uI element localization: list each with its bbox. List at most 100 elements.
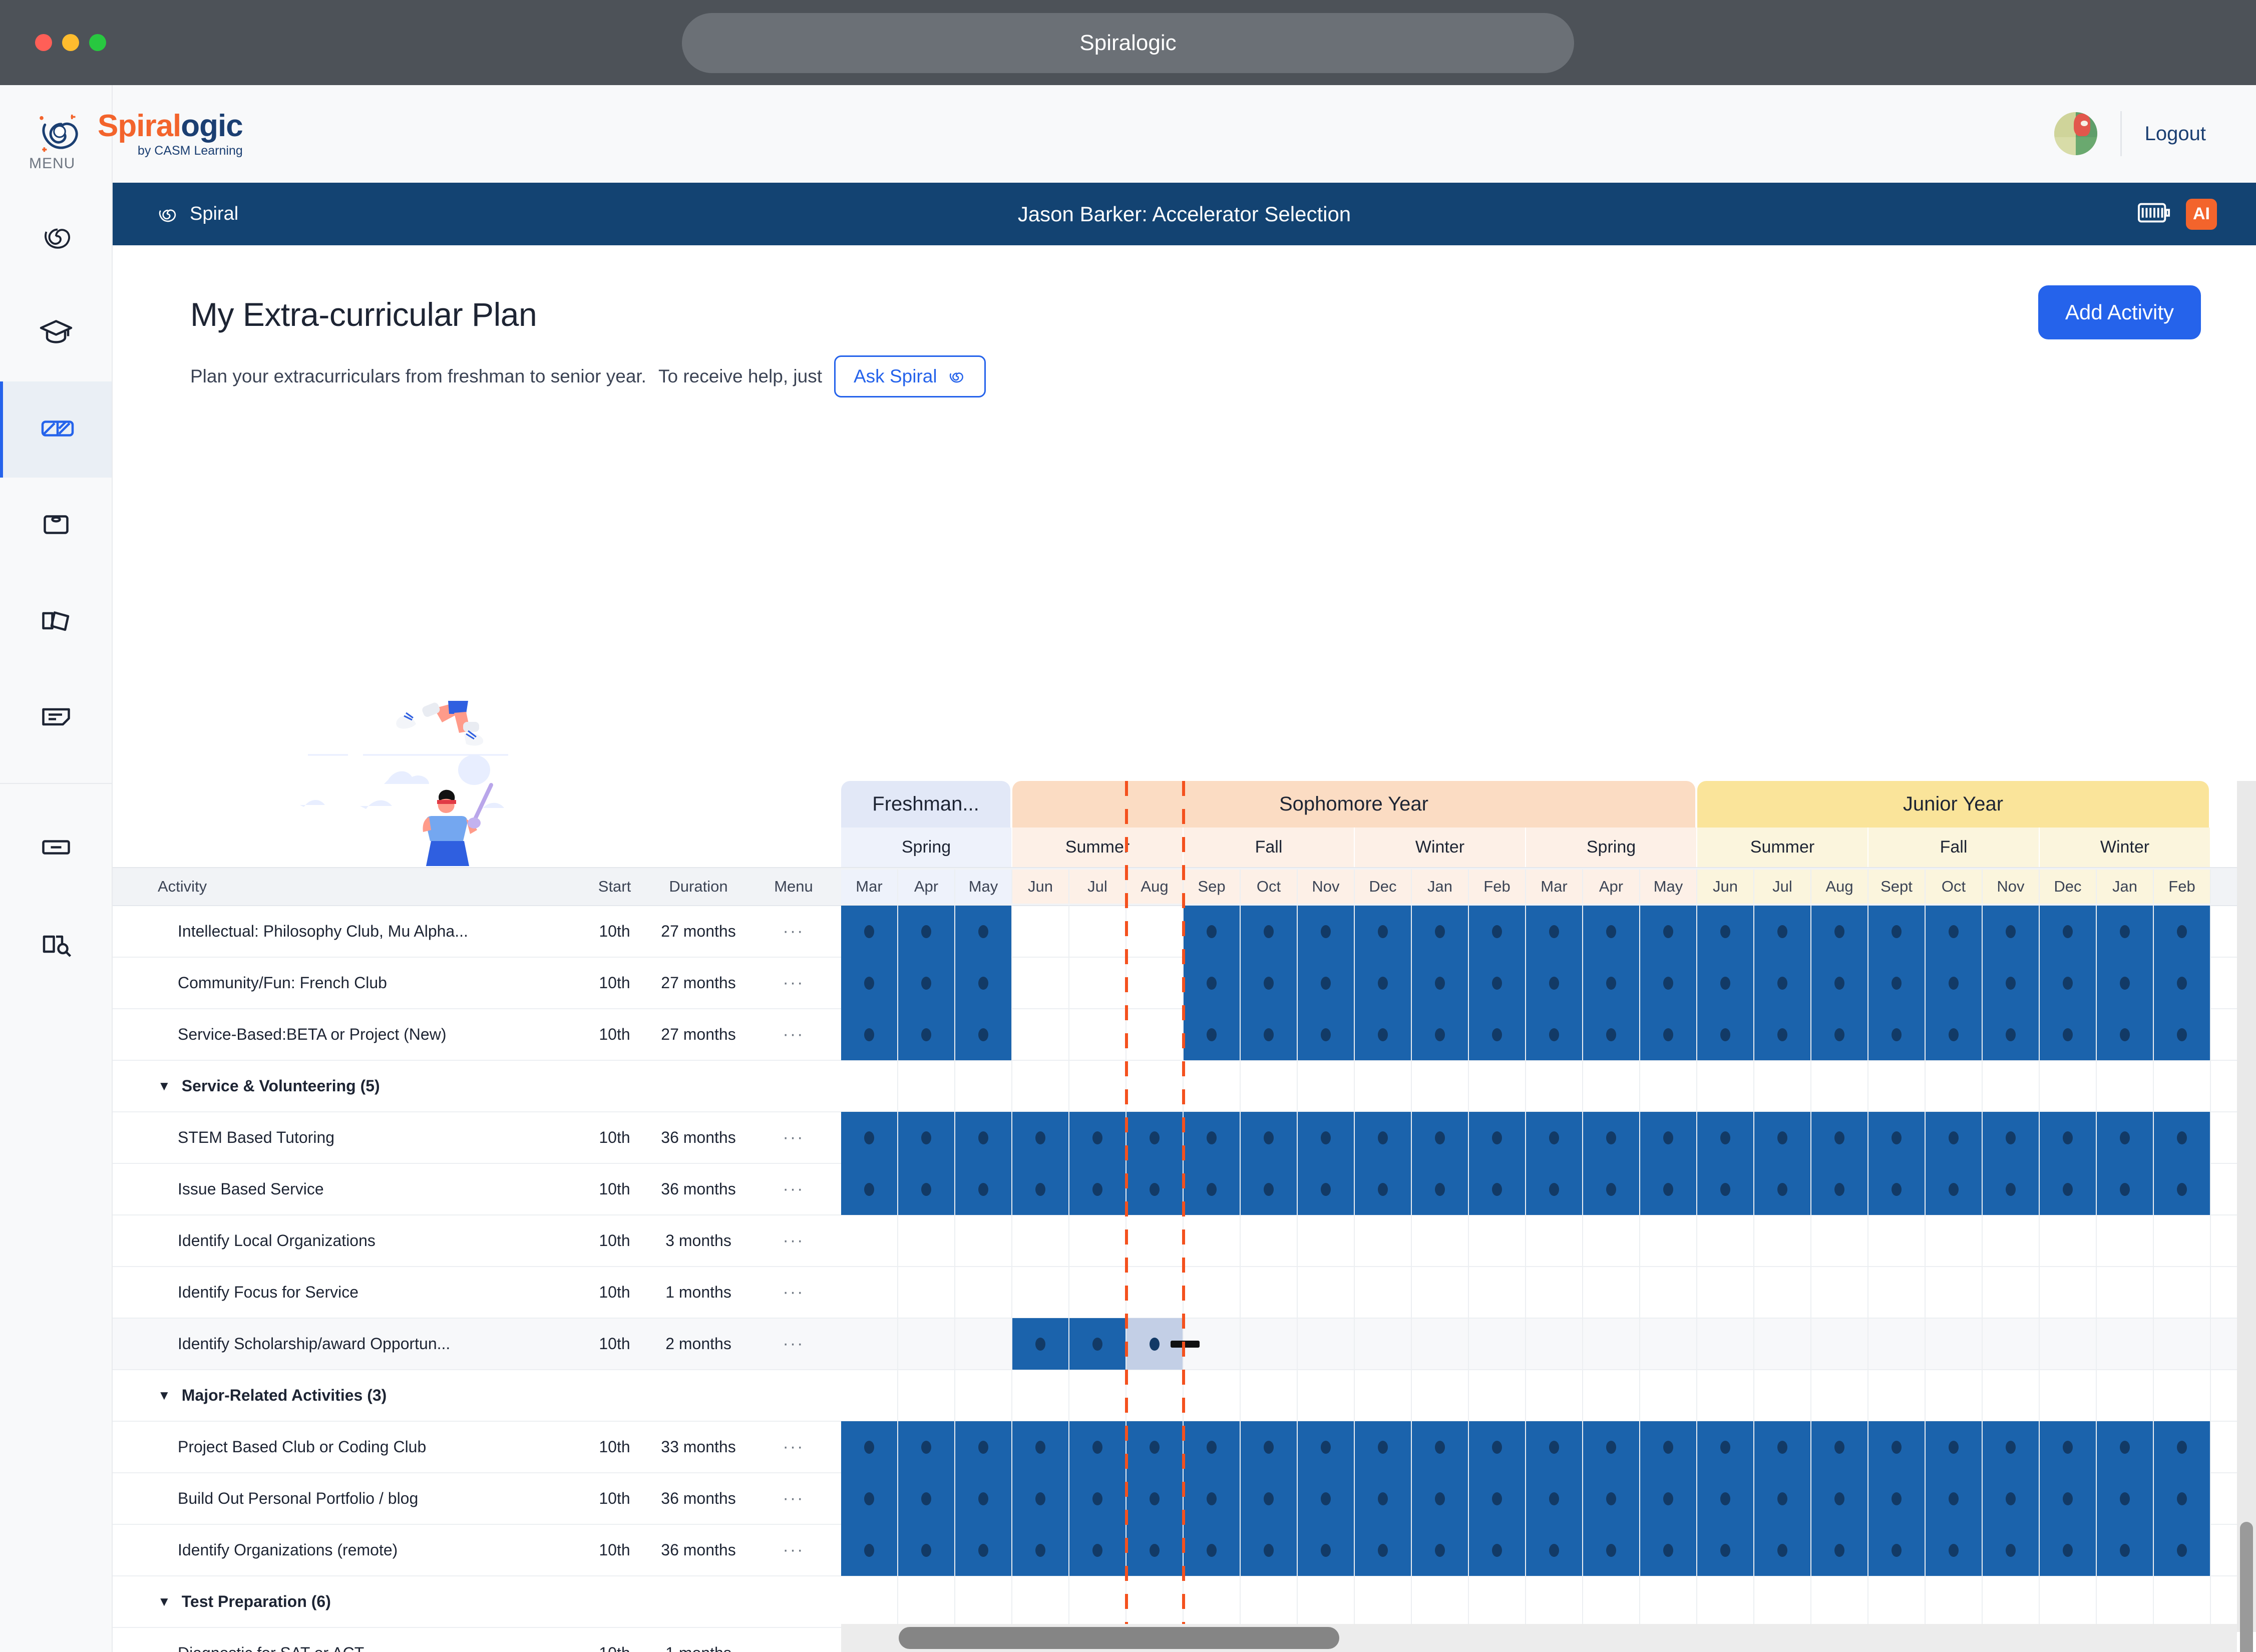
gantt-bar-cell[interactable] [1184, 906, 1241, 957]
row-timeline[interactable] [841, 1215, 2256, 1267]
gantt-bar-cell[interactable] [2154, 1473, 2211, 1524]
gantt-bar-cell[interactable] [1811, 1009, 1868, 1060]
gantt-bar-cell[interactable] [1012, 1163, 1069, 1215]
gantt-empty-cell[interactable] [1412, 1215, 1469, 1267]
gantt-bar-cell[interactable] [841, 1009, 898, 1060]
row-menu-button[interactable]: ··· [746, 973, 841, 993]
gantt-bar-cell[interactable] [841, 1524, 898, 1576]
gantt-bar-cell[interactable] [1241, 1163, 1298, 1215]
avatar[interactable] [2054, 112, 2097, 155]
row-timeline[interactable] [841, 1576, 2256, 1627]
gantt-bar-cell[interactable] [1583, 957, 1640, 1009]
gantt-bar-cell[interactable] [1298, 1421, 1355, 1473]
gantt-bar-cell[interactable] [1926, 1009, 1983, 1060]
gantt-bar-cell[interactable] [2097, 1524, 2154, 1576]
gantt-empty-cell[interactable] [1241, 1576, 1298, 1627]
gantt-empty-cell[interactable] [898, 1215, 955, 1267]
gantt-bar-cell[interactable] [1811, 1163, 1868, 1215]
gantt-bar-cell[interactable] [1412, 906, 1469, 957]
gantt-empty-cell[interactable] [1697, 1267, 1754, 1318]
gantt-empty-cell[interactable] [1469, 1370, 1526, 1421]
gantt-empty-cell[interactable] [1184, 1318, 1241, 1370]
gantt-empty-cell[interactable] [1355, 1060, 1412, 1112]
gantt-bar-cell[interactable] [1355, 957, 1412, 1009]
gantt-bar-cell[interactable] [1811, 1421, 1868, 1473]
gantt-bar-cell[interactable] [1926, 1524, 1983, 1576]
gantt-empty-cell[interactable] [2040, 1267, 2097, 1318]
gantt-bar-cell[interactable] [1526, 1009, 1583, 1060]
gantt-bar-cell[interactable] [1868, 906, 1926, 957]
gantt-empty-cell[interactable] [1012, 1370, 1069, 1421]
gantt-bar-cell[interactable] [1868, 1421, 1926, 1473]
row-menu-button[interactable]: ··· [746, 922, 841, 941]
gantt-empty-cell[interactable] [898, 1318, 955, 1370]
gantt-bar-cell[interactable] [2097, 1421, 2154, 1473]
gantt-bar-cell[interactable] [1469, 1163, 1526, 1215]
gantt-bar-cell[interactable] [1469, 1009, 1526, 1060]
gantt-bar-cell[interactable] [1412, 1163, 1469, 1215]
gantt-empty-cell[interactable] [1412, 1060, 1469, 1112]
gantt-bar-cell[interactable] [2040, 906, 2097, 957]
gantt-task-row[interactable]: Identify Local Organizations 10th 3 months… [113, 1215, 2256, 1267]
gantt-bar-cell[interactable] [1640, 1009, 1697, 1060]
gantt-bar-cell[interactable] [2154, 957, 2211, 1009]
gantt-empty-cell[interactable] [2040, 1318, 2097, 1370]
gantt-bar-cell[interactable] [1469, 1112, 1526, 1163]
gantt-empty-cell[interactable] [1412, 1318, 1469, 1370]
gantt-empty-cell[interactable] [1811, 1576, 1868, 1627]
gantt-bar-cell[interactable] [898, 1112, 955, 1163]
sidebar-item-notes[interactable] [0, 670, 112, 766]
gantt-empty-cell[interactable] [1184, 1267, 1241, 1318]
gantt-bar-cell[interactable] [1184, 1473, 1241, 1524]
gantt-empty-cell[interactable] [2097, 1576, 2154, 1627]
gantt-bar-cell[interactable] [1469, 957, 1526, 1009]
gantt-bar-cell[interactable] [1983, 1524, 2040, 1576]
gantt-empty-cell[interactable] [1126, 1267, 1184, 1318]
gantt-bar-cell[interactable] [1069, 1318, 1126, 1370]
gantt-empty-cell[interactable] [898, 1576, 955, 1627]
gantt-empty-cell[interactable] [1355, 1318, 1412, 1370]
row-timeline[interactable] [841, 1370, 2256, 1421]
gantt-empty-cell[interactable] [841, 1060, 898, 1112]
gantt-empty-cell[interactable] [1069, 1370, 1126, 1421]
row-timeline[interactable] [841, 1163, 2256, 1215]
gantt-bar-cell[interactable] [841, 957, 898, 1009]
gantt-bar-cell[interactable] [1583, 1524, 1640, 1576]
gantt-bar-cell[interactable] [2097, 906, 2154, 957]
gantt-bar-cell[interactable] [1697, 906, 1754, 957]
spiral-breadcrumb[interactable]: Spiral [113, 202, 238, 227]
gantt-bar-cell[interactable] [1184, 1163, 1241, 1215]
gantt-group-row[interactable]: ▼ Test Preparation (6) [113, 1576, 2256, 1628]
gantt-bar-cell[interactable] [955, 1524, 1012, 1576]
gantt-group-row[interactable]: ▼ Major-Related Activities (3) [113, 1370, 2256, 1422]
gantt-empty-cell[interactable] [1754, 1267, 1811, 1318]
gantt-empty-cell[interactable] [1298, 1576, 1355, 1627]
gantt-bar-cell[interactable] [1298, 1163, 1355, 1215]
gantt-bar-cell[interactable] [1811, 1473, 1868, 1524]
gantt-bar-cell[interactable] [1697, 1473, 1754, 1524]
gantt-empty-cell[interactable] [1241, 1370, 1298, 1421]
close-window-button[interactable] [35, 34, 52, 51]
row-menu-button[interactable]: ··· [746, 1489, 841, 1508]
gantt-empty-cell[interactable] [1583, 1318, 1640, 1370]
gantt-empty-cell[interactable] [2154, 1267, 2211, 1318]
gantt-bar-cell[interactable] [1469, 1421, 1526, 1473]
gantt-empty-cell[interactable] [1126, 1215, 1184, 1267]
gantt-group-row[interactable]: ▼ Service & Volunteering (5) [113, 1060, 2256, 1112]
gantt-empty-cell[interactable] [1754, 1576, 1811, 1627]
gantt-bar-cell[interactable] [955, 1421, 1012, 1473]
gantt-empty-cell[interactable] [1526, 1318, 1583, 1370]
gantt-empty-cell[interactable] [1012, 1060, 1069, 1112]
gantt-empty-cell[interactable] [1012, 1267, 1069, 1318]
gantt-empty-cell[interactable] [1583, 1370, 1640, 1421]
gantt-bar-cell[interactable] [1012, 1473, 1069, 1524]
gantt-bar-cell[interactable] [1926, 906, 1983, 957]
gantt-task-row[interactable]: Identify Scholarship/award Opportun... 10… [113, 1318, 2256, 1370]
gantt-empty-cell[interactable] [1298, 1267, 1355, 1318]
gantt-bar-cell[interactable] [1355, 1009, 1412, 1060]
gantt-empty-cell[interactable] [1241, 1318, 1298, 1370]
gantt-bar-cell[interactable] [898, 1421, 955, 1473]
row-timeline[interactable] [841, 1318, 2256, 1370]
gantt-bar-cell[interactable] [1241, 1112, 1298, 1163]
gantt-bar-cell[interactable] [1126, 1524, 1184, 1576]
